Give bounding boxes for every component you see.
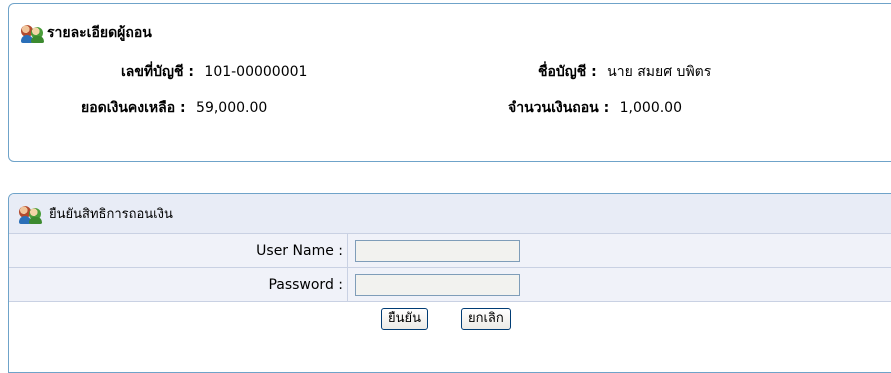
username-label: User Name : bbox=[256, 243, 343, 259]
withdraw-amount-label: จำนวนเงินถอน : bbox=[508, 100, 610, 116]
account-name-label: ชื่อบัญชี : bbox=[538, 64, 597, 80]
account-number-row: เลขที่บัญชี : 101-00000001 bbox=[121, 61, 307, 83]
account-number-value: 101-00000001 bbox=[204, 64, 308, 80]
account-number-label: เลขที่บัญชี : bbox=[121, 64, 194, 80]
account-name-row: ชื่อบัญชี : นาย สมยศ บพิตร bbox=[538, 61, 711, 83]
details-title: รายละเอียดผู้ถอน bbox=[21, 22, 152, 44]
row-divider bbox=[347, 234, 348, 267]
password-row: Password : bbox=[9, 268, 891, 302]
password-label: Password : bbox=[268, 277, 343, 293]
users-icon bbox=[21, 23, 45, 43]
balance-row: ยอดเงินคงเหลือ : 59,000.00 bbox=[81, 97, 267, 119]
row-divider bbox=[347, 268, 348, 301]
balance-value: 59,000.00 bbox=[196, 100, 268, 116]
withdraw-amount-row: จำนวนเงินถอน : 1,000.00 bbox=[508, 97, 682, 119]
username-input[interactable] bbox=[355, 240, 520, 262]
confirm-withdraw-panel: ยืนยันสิทธิการถอนเงิน User Name : Passwo… bbox=[8, 193, 891, 373]
users-icon bbox=[19, 204, 43, 224]
withdraw-amount-value: 1,000.00 bbox=[619, 100, 682, 116]
account-name-value: นาย สมยศ บพิตร bbox=[607, 64, 712, 80]
password-input[interactable] bbox=[355, 274, 520, 296]
details-title-text: รายละเอียดผู้ถอน bbox=[47, 25, 152, 41]
cancel-button[interactable]: ยกเลิก bbox=[461, 308, 511, 330]
withdrawer-details-panel: รายละเอียดผู้ถอน เลขที่บัญชี : 101-00000… bbox=[8, 3, 891, 162]
balance-label: ยอดเงินคงเหลือ : bbox=[81, 100, 186, 116]
buttons-row: ยืนยัน ยกเลิก bbox=[9, 302, 891, 336]
confirm-title: ยืนยันสิทธิการถอนเงิน bbox=[49, 207, 173, 222]
confirm-header: ยืนยันสิทธิการถอนเงิน bbox=[9, 194, 891, 234]
username-row: User Name : bbox=[9, 234, 891, 268]
confirm-button[interactable]: ยืนยัน bbox=[381, 308, 429, 330]
